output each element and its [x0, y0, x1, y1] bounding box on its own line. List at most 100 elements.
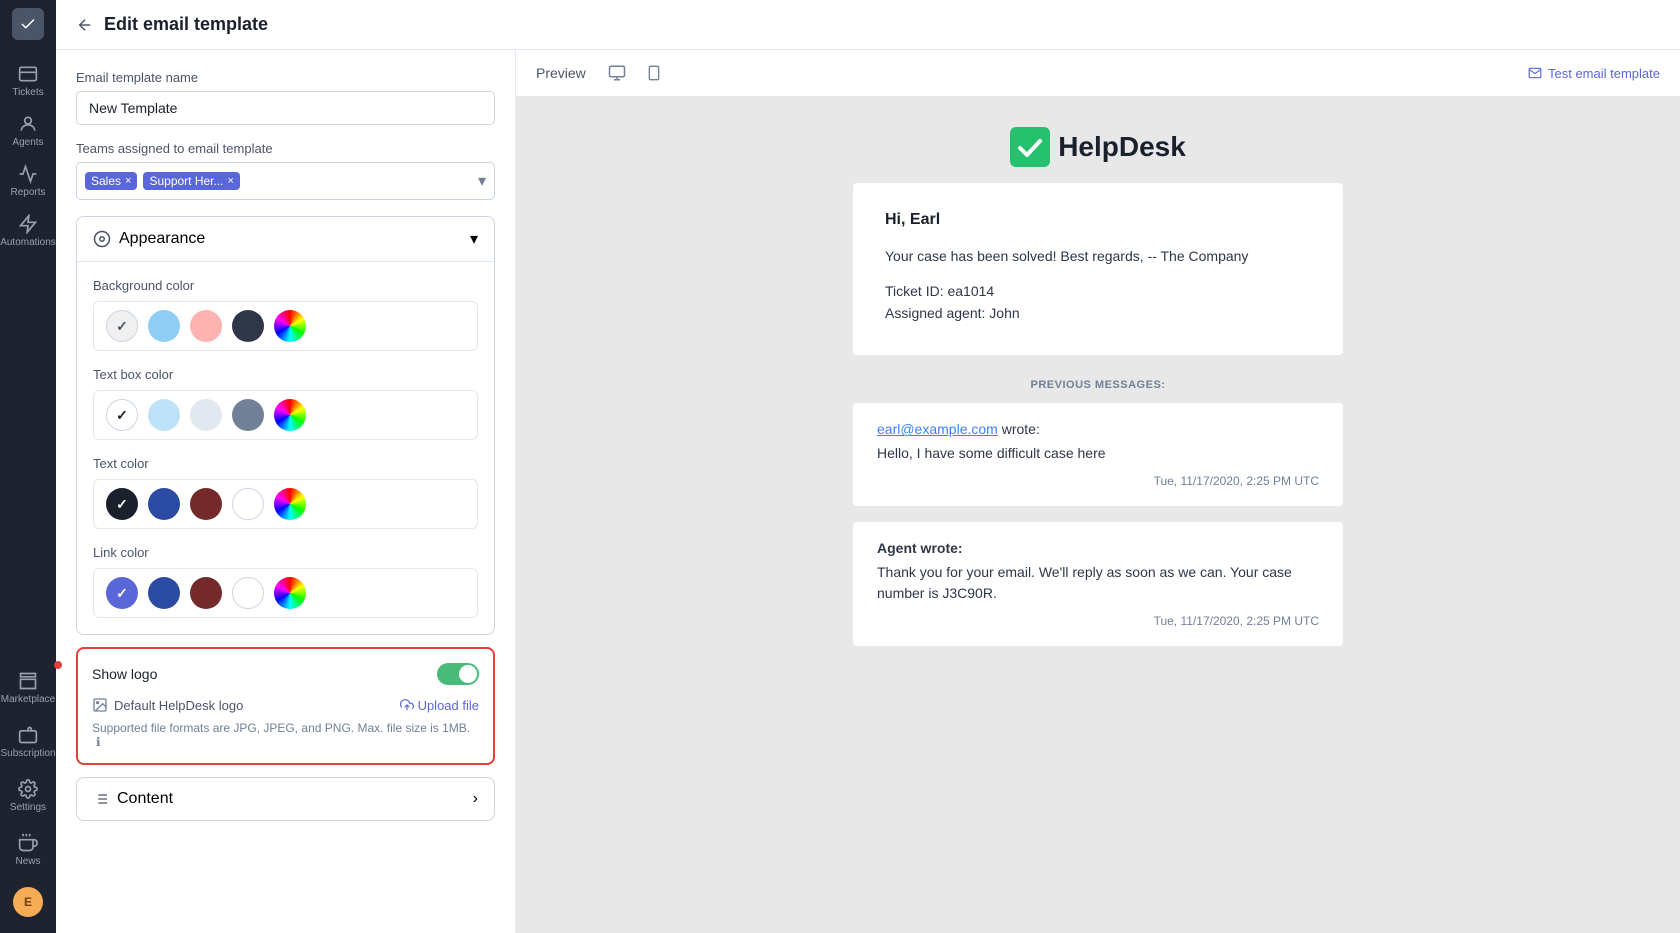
text-color-rainbow[interactable]: [274, 488, 306, 520]
image-icon: [92, 697, 108, 713]
helpdesk-logo: HelpDesk: [1010, 127, 1186, 167]
msg1-email-link[interactable]: earl@example.com: [877, 421, 998, 437]
email-body-text: Your case has been solved! Best regards,…: [885, 245, 1311, 267]
teams-group: Teams assigned to email template Sales ×…: [76, 141, 495, 200]
select-dropdown-arrow[interactable]: ▾: [478, 171, 486, 191]
content-section: Content ›: [76, 777, 495, 821]
upload-icon: [400, 698, 414, 712]
helpdesk-logo-icon: [1010, 127, 1050, 167]
link-color-darkred[interactable]: [190, 577, 222, 609]
msg1-text: Hello, I have some difficult case here: [877, 443, 1319, 464]
text-color-black[interactable]: [106, 488, 138, 520]
prev-messages-label: PREVIOUS MESSAGES:: [1031, 379, 1166, 391]
email-assigned-agent: Assigned agent: John: [885, 305, 1311, 321]
upload-file-button[interactable]: Upload file: [400, 698, 479, 713]
appearance-body: Background color Text box color: [77, 261, 494, 634]
text-color-label: Text color: [93, 456, 478, 471]
email-greeting: Hi, Earl: [885, 211, 1311, 229]
sidebar-item-subscription[interactable]: Subscription: [0, 717, 60, 767]
preview-icons: [602, 60, 668, 86]
textbox-color-section: Text box color: [93, 367, 478, 440]
textbox-color-row: [93, 390, 478, 440]
link-color-darkblue[interactable]: [148, 577, 180, 609]
link-color-label: Link color: [93, 545, 478, 560]
sidebar-item-settings[interactable]: Settings: [0, 771, 60, 821]
app-logo[interactable]: [12, 8, 44, 40]
bg-color-white[interactable]: [106, 310, 138, 342]
back-button[interactable]: [76, 16, 94, 34]
textbox-color-white[interactable]: [106, 399, 138, 431]
info-icon: ℹ: [96, 735, 101, 749]
link-color-rainbow[interactable]: [274, 577, 306, 609]
bg-color-section: Background color: [93, 278, 478, 351]
textbox-color-gray[interactable]: [232, 399, 264, 431]
show-logo-label: Show logo: [92, 666, 157, 682]
textbox-color-lightblue[interactable]: [148, 399, 180, 431]
teams-select[interactable]: Sales × Support Her... × ▾: [76, 162, 495, 200]
msg1-from: earl@example.com wrote:: [877, 421, 1319, 437]
page-title: Edit email template: [104, 14, 268, 35]
show-logo-header: Show logo: [92, 663, 479, 685]
logo-hint: Supported file formats are JPG, JPEG, an…: [92, 721, 479, 749]
helpdesk-brand-name: HelpDesk: [1058, 131, 1186, 163]
appearance-card: Appearance ▾ Background color: [76, 216, 495, 635]
text-color-section: Text color: [93, 456, 478, 529]
sidebar: Tickets Agents Reports Automations Marke…: [0, 0, 56, 933]
template-name-input[interactable]: [76, 91, 495, 125]
preview-header: Preview: [516, 50, 1680, 97]
default-logo-label: Default HelpDesk logo: [92, 697, 243, 713]
link-color-indigo[interactable]: [106, 577, 138, 609]
body-split: Email template name Teams assigned to em…: [56, 50, 1680, 933]
text-color-white[interactable]: [232, 488, 264, 520]
content-header[interactable]: Content ›: [77, 778, 494, 820]
msg2-time: Tue, 11/17/2020, 2:25 PM UTC: [877, 614, 1319, 628]
toggle-knob: [459, 665, 477, 683]
text-color-darkred[interactable]: [190, 488, 222, 520]
bg-color-rainbow[interactable]: [274, 310, 306, 342]
right-panel: Preview: [516, 50, 1680, 933]
appearance-label: Appearance: [119, 230, 205, 248]
sidebar-item-marketplace[interactable]: Marketplace: [0, 663, 60, 713]
template-name-label: Email template name: [76, 70, 495, 85]
content-label: Content: [117, 790, 173, 808]
link-color-white[interactable]: [232, 577, 264, 609]
sidebar-item-automations[interactable]: Automations: [0, 206, 56, 256]
show-logo-card: Show logo Default HelpDesk logo: [76, 647, 495, 765]
text-color-darkblue[interactable]: [148, 488, 180, 520]
bg-color-dark[interactable]: [232, 310, 264, 342]
desktop-view-button[interactable]: [602, 60, 632, 86]
team-tag-sales: Sales ×: [85, 172, 137, 190]
template-name-group: Email template name: [76, 70, 495, 125]
textbox-color-label: Text box color: [93, 367, 478, 382]
teams-label: Teams assigned to email template: [76, 141, 495, 156]
main-content: Edit email template Email template name …: [56, 0, 1680, 933]
content-chevron: ›: [473, 790, 478, 808]
sidebar-item-agents[interactable]: Agents: [0, 106, 56, 156]
sidebar-item-news[interactable]: News: [0, 825, 60, 875]
sidebar-item-tickets[interactable]: Tickets: [0, 56, 56, 106]
test-email-button[interactable]: Test email template: [1528, 66, 1660, 81]
message-card-1: earl@example.com wrote: Hello, I have so…: [853, 403, 1343, 506]
avatar: E: [13, 887, 43, 917]
appearance-chevron: ▾: [470, 229, 478, 249]
mobile-view-button[interactable]: [640, 60, 668, 86]
appearance-header[interactable]: Appearance ▾: [77, 217, 494, 261]
bg-color-pink[interactable]: [190, 310, 222, 342]
show-logo-toggle[interactable]: [437, 663, 479, 685]
content-icon: [93, 791, 109, 807]
textbox-color-rainbow[interactable]: [274, 399, 306, 431]
email-icon: [1528, 66, 1542, 80]
notification-badge: [54, 661, 62, 669]
link-color-section: Link color: [93, 545, 478, 618]
preview-body: HelpDesk Hi, Earl Your case has been sol…: [516, 97, 1680, 933]
sidebar-item-reports[interactable]: Reports: [0, 156, 56, 206]
bg-color-label: Background color: [93, 278, 478, 293]
bg-color-row: [93, 301, 478, 351]
appearance-icon: [93, 230, 111, 248]
textbox-color-lightgray[interactable]: [190, 399, 222, 431]
tag-remove-sales[interactable]: ×: [125, 175, 131, 187]
tag-remove-support[interactable]: ×: [228, 175, 234, 187]
user-avatar-item[interactable]: E: [0, 879, 60, 925]
bg-color-blue[interactable]: [148, 310, 180, 342]
message-card-2: Agent wrote: Thank you for your email. W…: [853, 522, 1343, 646]
